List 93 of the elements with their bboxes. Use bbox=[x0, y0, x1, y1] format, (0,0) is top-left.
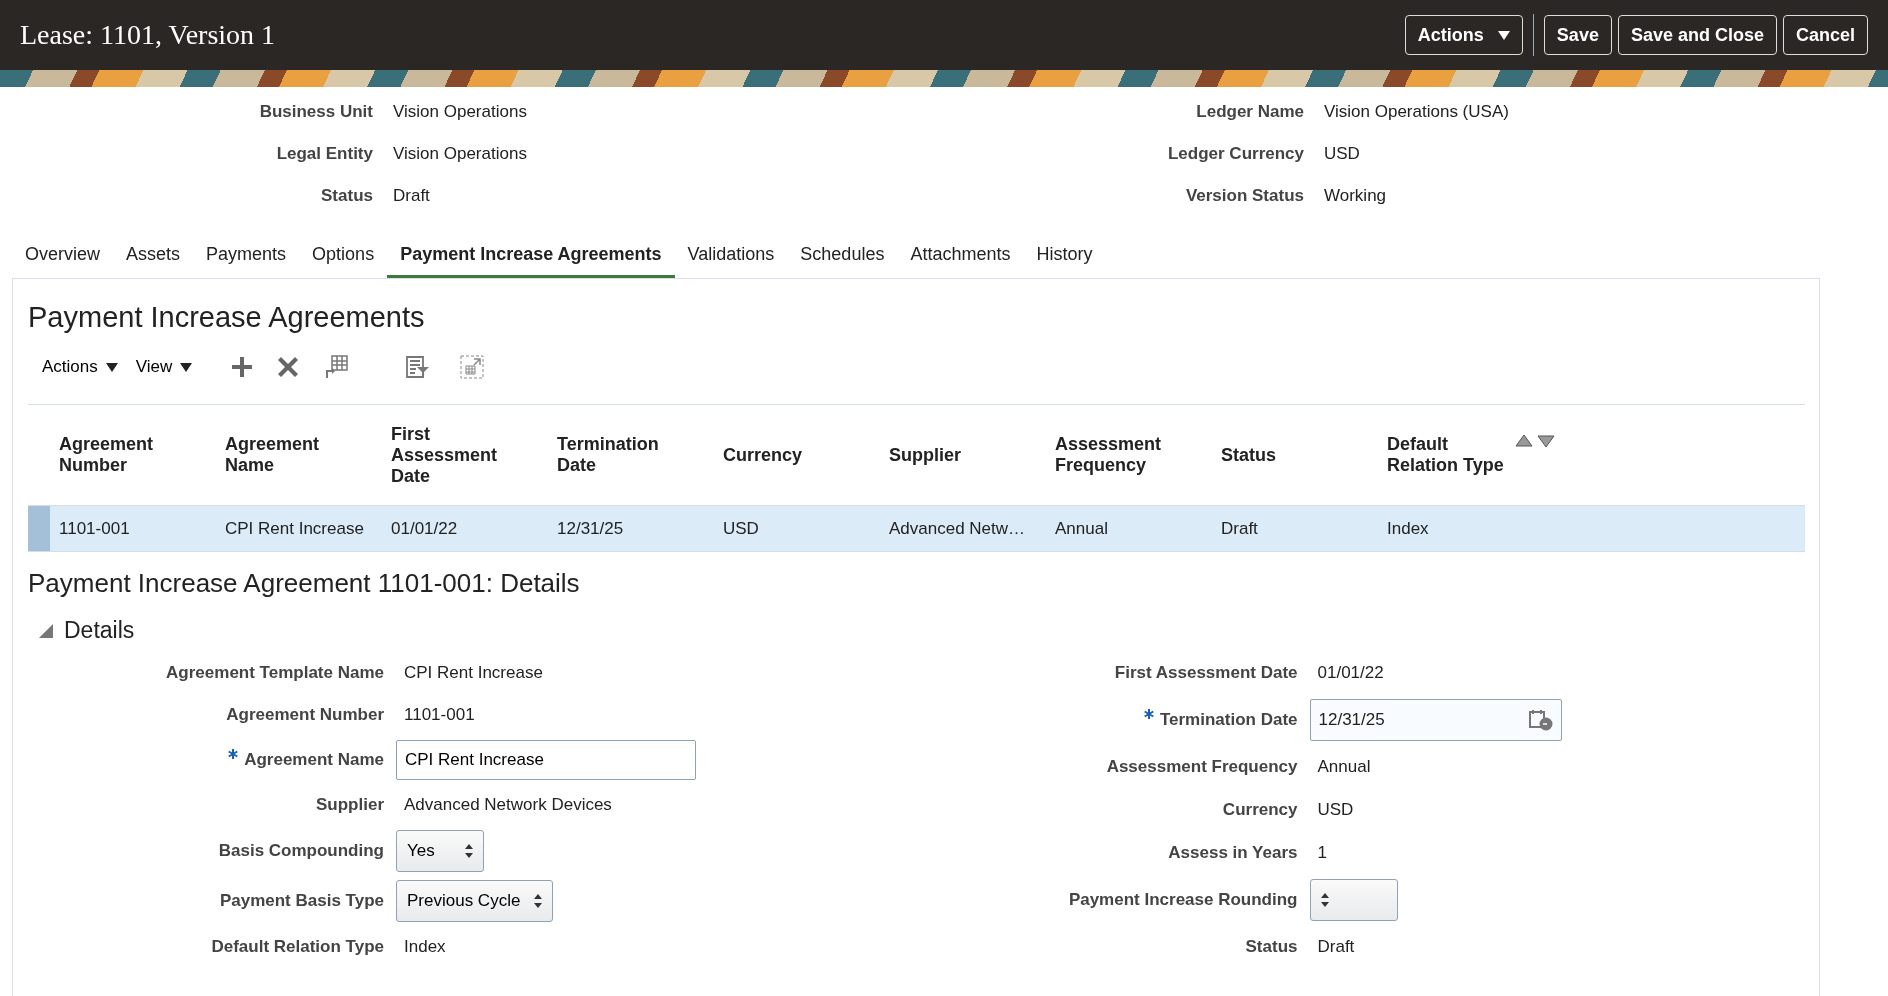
field-label: Currency bbox=[1222, 800, 1298, 820]
summary-label: Status bbox=[321, 186, 373, 206]
summary-value: Working bbox=[1324, 186, 1388, 206]
select-field[interactable] bbox=[1309, 878, 1398, 921]
caret-icon bbox=[1497, 30, 1510, 40]
caret-icon bbox=[105, 362, 118, 372]
table-cell: Index bbox=[1387, 518, 1429, 538]
summary-value: Vision Operations bbox=[393, 144, 528, 164]
summary-label: Ledger Currency bbox=[1167, 144, 1304, 164]
column-header: Agreement Name bbox=[225, 434, 321, 476]
summary-label: Version Status bbox=[1185, 186, 1304, 206]
field-label: Supplier bbox=[316, 795, 384, 815]
field-label: Assess in Years bbox=[1168, 842, 1298, 863]
collapse-triangle-icon[interactable] bbox=[38, 622, 54, 639]
tab[interactable]: Schedules bbox=[787, 234, 898, 278]
toolbar-menu[interactable]: View bbox=[135, 357, 193, 377]
filter-icon[interactable] bbox=[406, 356, 431, 378]
field-label: Status bbox=[1245, 936, 1298, 957]
select-field[interactable]: Previous Cycle bbox=[396, 880, 554, 922]
page-title: Lease: 1101, Version 1 bbox=[20, 19, 277, 51]
spinner-icon bbox=[534, 894, 543, 908]
tab[interactable]: Assets bbox=[113, 234, 194, 278]
field-value: 01/01/22 bbox=[1317, 662, 1385, 685]
actions-menu[interactable]: Actions bbox=[1404, 15, 1523, 55]
column-header: Currency bbox=[723, 444, 803, 466]
field-label: Basis Compounding bbox=[218, 841, 384, 861]
table-cell: 01/01/22 bbox=[391, 518, 458, 538]
tab[interactable]: Validations bbox=[674, 234, 788, 278]
delete-icon[interactable] bbox=[278, 357, 299, 377]
column-header: Status bbox=[1221, 444, 1276, 466]
field-label: Assessment Frequency bbox=[1106, 757, 1298, 778]
sort-arrows-icon[interactable] bbox=[1515, 434, 1555, 448]
caret-icon bbox=[180, 362, 193, 372]
summary-label: Business Unit bbox=[259, 102, 373, 122]
date-field[interactable]: 12/31/25 bbox=[1309, 699, 1562, 742]
header-button[interactable]: Save and Close bbox=[1617, 15, 1777, 55]
field-value: CPI Rent Increase bbox=[404, 662, 544, 684]
table-cell: 12/31/25 bbox=[557, 518, 624, 538]
required-asterisk-icon bbox=[228, 749, 239, 759]
select-field[interactable]: Yes bbox=[396, 830, 484, 872]
field-label: Agreement Name bbox=[244, 750, 384, 770]
column-header: Agreement Number bbox=[59, 434, 155, 476]
column-header: Default Relation Type bbox=[1387, 434, 1505, 476]
column-header: Termination Date bbox=[557, 434, 660, 476]
column-header: First Assessment Date bbox=[391, 423, 499, 487]
panel-title: Payment Increase Agreements bbox=[28, 301, 426, 334]
column-header: Supplier bbox=[889, 444, 961, 466]
field-label: Agreement Template Name bbox=[166, 663, 384, 683]
spinner-icon bbox=[465, 844, 473, 858]
field-value: USD bbox=[1317, 799, 1355, 821]
table-cell: USD bbox=[723, 518, 759, 538]
field-value: Draft bbox=[1317, 935, 1356, 958]
calendar-icon[interactable] bbox=[1528, 709, 1553, 732]
tab[interactable]: Attachments bbox=[897, 234, 1024, 278]
required-asterisk-icon bbox=[1143, 709, 1154, 720]
summary-value: Vision Operations bbox=[393, 102, 528, 122]
header-button[interactable]: Cancel bbox=[1782, 15, 1868, 55]
field-value: Index bbox=[404, 936, 447, 958]
field-value: 1 bbox=[1317, 841, 1328, 864]
section-title: Details bbox=[64, 617, 135, 644]
summary-label: Ledger Name bbox=[1196, 102, 1304, 122]
tab[interactable]: Payment Increase Agreements bbox=[387, 234, 675, 278]
spinner-icon bbox=[1320, 892, 1329, 907]
column-header: Assessment Frequency bbox=[1055, 434, 1163, 476]
table-cell: 1101-001 bbox=[59, 518, 130, 538]
toolbar-menu[interactable]: Actions bbox=[42, 357, 118, 377]
tab[interactable]: History bbox=[1023, 234, 1106, 278]
table-cell: Draft bbox=[1221, 518, 1258, 538]
agreement-name-field[interactable]: CPI Rent Increase bbox=[396, 740, 696, 780]
field-value: Annual bbox=[1317, 756, 1372, 779]
field-value: 1101-001 bbox=[404, 704, 476, 726]
header-button[interactable]: Save bbox=[1543, 15, 1612, 55]
detach-icon[interactable] bbox=[460, 355, 485, 379]
summary-value: Draft bbox=[393, 186, 431, 206]
summary-value: Vision Operations (USA) bbox=[1324, 102, 1510, 122]
field-value: Advanced Network Devices bbox=[404, 794, 613, 816]
add-icon[interactable] bbox=[232, 357, 253, 377]
details-title: Payment Increase Agreement 1101-001: Details bbox=[28, 568, 581, 599]
tab[interactable]: Options bbox=[299, 234, 388, 278]
summary-value: USD bbox=[1324, 144, 1361, 164]
field-label: Agreement Number bbox=[226, 705, 384, 725]
field-label: Termination Date bbox=[1159, 710, 1298, 731]
table-cell: Annual bbox=[1055, 518, 1108, 538]
table-arrow-icon[interactable] bbox=[324, 355, 349, 379]
field-label: First Assessment Date bbox=[1114, 663, 1298, 684]
tab[interactable]: Overview bbox=[12, 234, 113, 278]
tab[interactable]: Payments bbox=[193, 234, 300, 278]
summary-label: Legal Entity bbox=[276, 144, 373, 164]
table-cell: CPI Rent Increase bbox=[225, 518, 364, 538]
field-label: Payment Increase Rounding bbox=[1068, 889, 1298, 910]
field-label: Payment Basis Type bbox=[219, 891, 384, 911]
field-label: Default Relation Type bbox=[211, 937, 384, 957]
table-cell: Advanced Netw… bbox=[889, 518, 1026, 538]
